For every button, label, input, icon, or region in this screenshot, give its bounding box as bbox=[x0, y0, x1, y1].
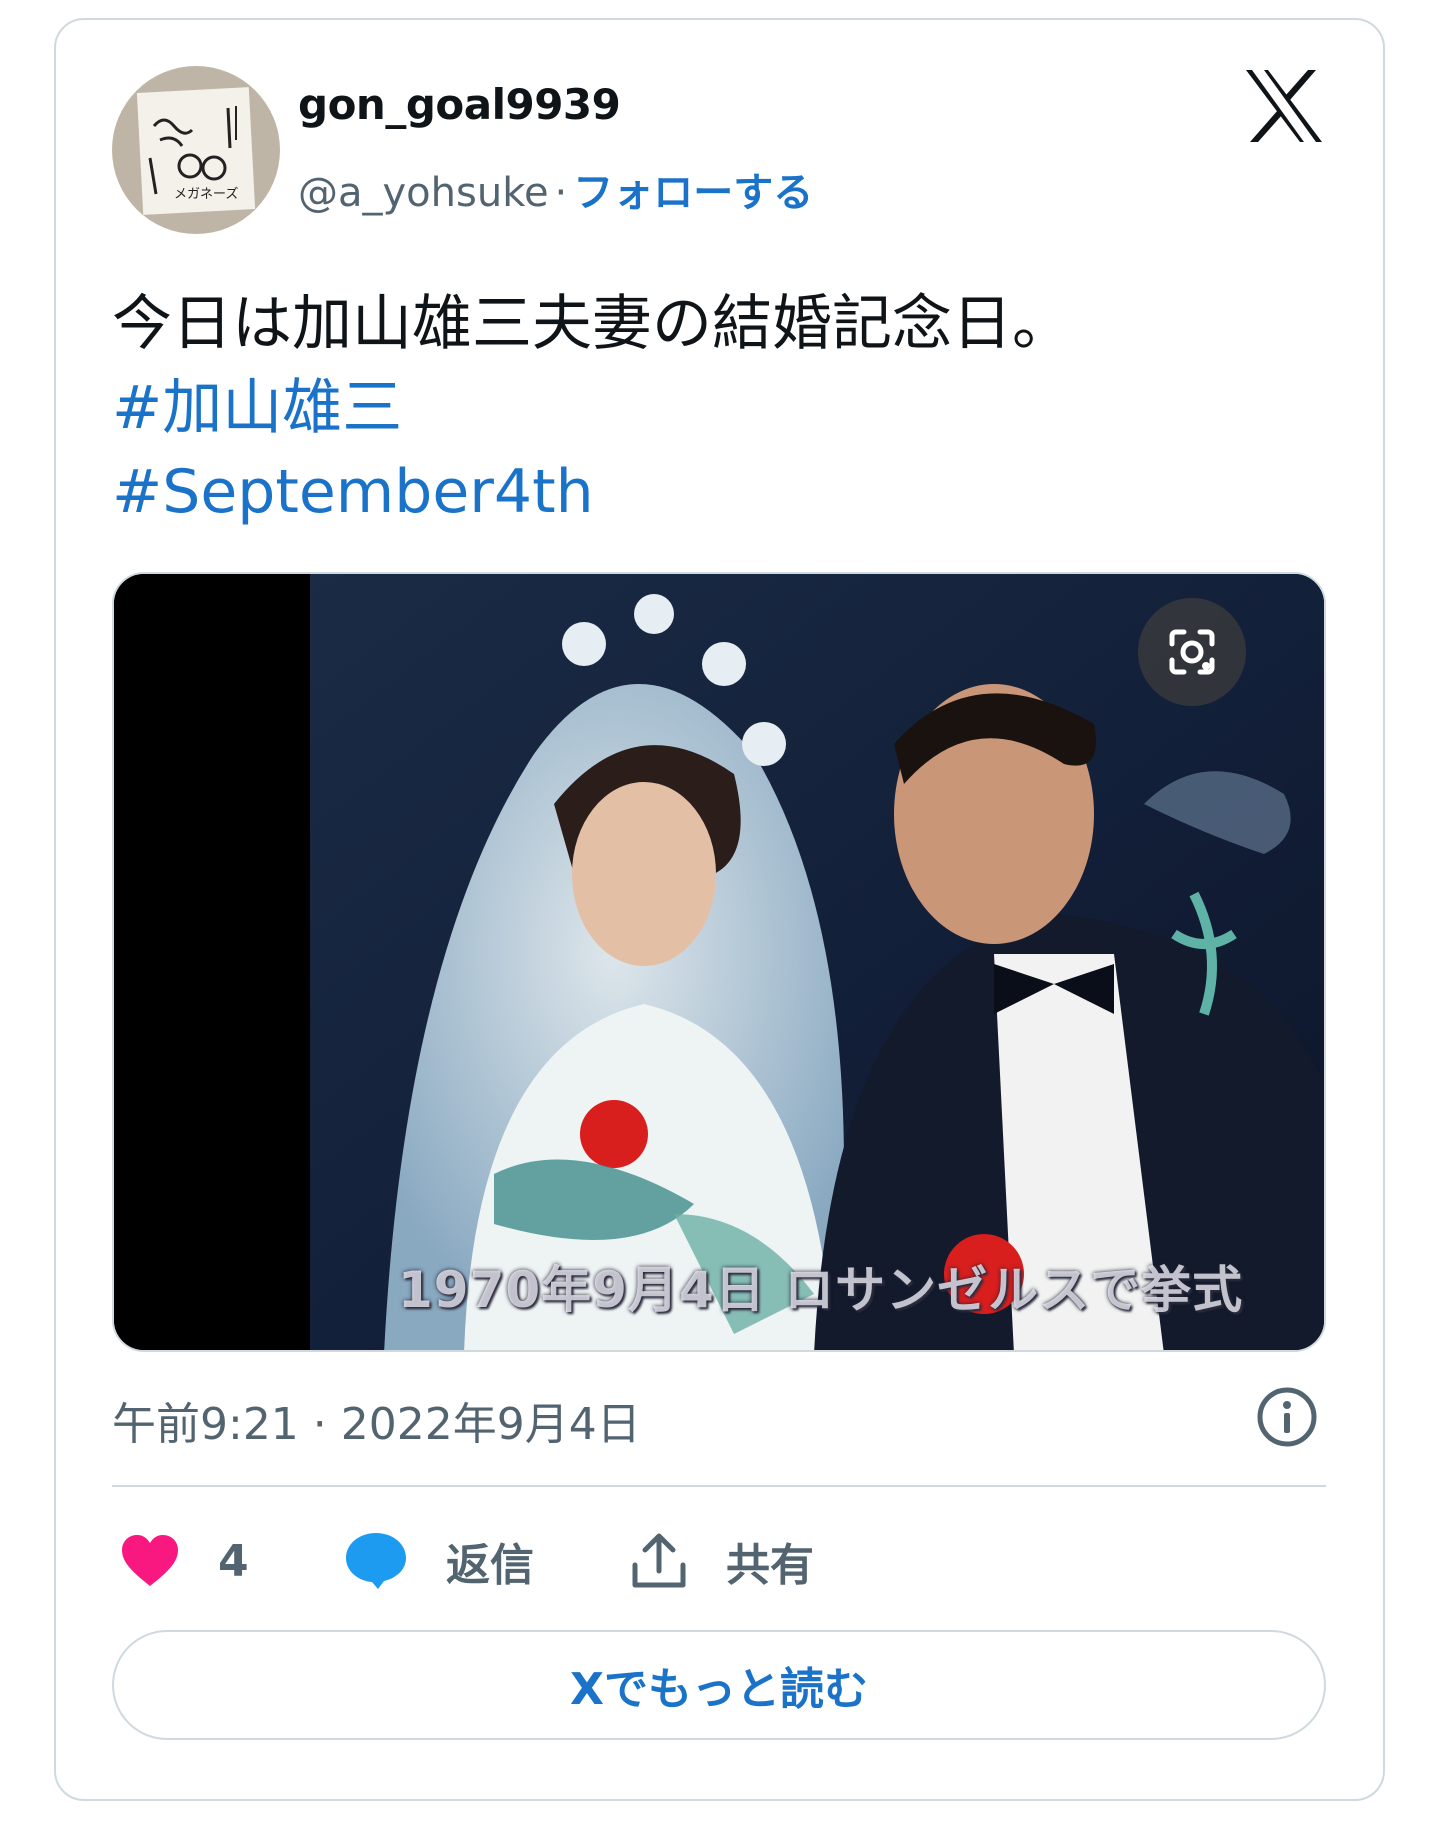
wedding-photo bbox=[114, 574, 1324, 1350]
avatar-drawing: メガネーズ bbox=[148, 106, 238, 202]
share-button[interactable]: 共有 bbox=[630, 1530, 814, 1592]
read-more-on-x-button[interactable]: Xでもっと読む bbox=[112, 1630, 1326, 1740]
handle-separator: · bbox=[554, 170, 568, 216]
author-username[interactable]: gon_goal9939 bbox=[298, 80, 621, 129]
tweet-photo[interactable] bbox=[112, 572, 1326, 1352]
tweet-body: 今日は加山雄三夫妻の結婚記念日。 #加山雄三 #September4th bbox=[112, 282, 1072, 534]
share-icon bbox=[632, 1533, 686, 1588]
like-count: 4 bbox=[218, 1535, 249, 1587]
x-logo-icon[interactable] bbox=[1244, 68, 1324, 144]
follow-button[interactable]: フォローする bbox=[573, 170, 813, 216]
tweet-text: 今日は加山雄三夫妻の結婚記念日。 bbox=[112, 289, 1072, 359]
share-label: 共有 bbox=[726, 1540, 814, 1591]
info-icon[interactable] bbox=[1256, 1386, 1318, 1448]
author-handle-row: @a_yohsuke · フォローする bbox=[298, 160, 813, 218]
author-handle[interactable]: @a_yohsuke bbox=[298, 170, 549, 216]
avatar[interactable]: メガネーズ bbox=[112, 66, 280, 234]
hashtag-september4th[interactable]: #September4th bbox=[112, 450, 1072, 534]
reply-button[interactable]: 返信 bbox=[344, 1530, 534, 1592]
hashtag-kayama[interactable]: #加山雄三 bbox=[112, 366, 1072, 450]
divider bbox=[112, 1485, 1326, 1487]
like-button[interactable]: 4 bbox=[120, 1530, 249, 1592]
reply-label: 返信 bbox=[446, 1540, 534, 1591]
lens-icon[interactable] bbox=[1138, 598, 1246, 706]
tweet-timestamp[interactable]: 午前9:21 · 2022年9月4日 bbox=[112, 1388, 641, 1452]
speech-bubble-icon bbox=[346, 1533, 406, 1589]
photo-caption-overlay: 1970年9月4日 ロサンゼルスで挙式 bbox=[398, 1261, 1244, 1319]
avatar-label: メガネーズ bbox=[174, 186, 238, 202]
heart-icon bbox=[122, 1535, 178, 1586]
